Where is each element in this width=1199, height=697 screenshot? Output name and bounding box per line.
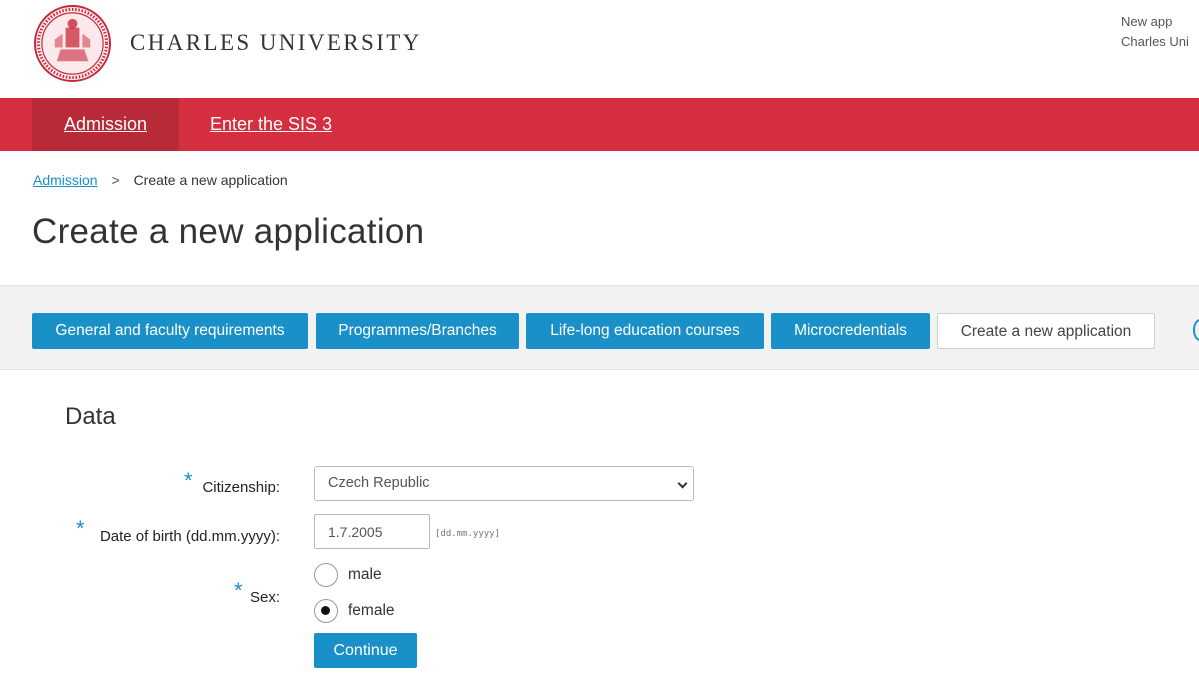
birth-date-format-hint: [dd.mm.yyyy] [435, 529, 501, 539]
breadcrumb-link-admission[interactable]: Admission [33, 172, 98, 188]
main-navigation: Admission Enter the SIS 3 [0, 98, 1199, 151]
nav-item-admission[interactable]: Admission [32, 98, 179, 151]
page-title: Create a new application [32, 212, 425, 251]
radio-male-label[interactable]: male [348, 566, 382, 584]
radio-female-label[interactable]: female [348, 602, 395, 620]
required-marker-sex: * [234, 578, 243, 603]
partially-visible-tab-icon[interactable] [1193, 319, 1199, 341]
radio-male[interactable] [314, 563, 338, 587]
required-marker-citizenship: * [184, 468, 193, 493]
university-seal-icon[interactable] [33, 4, 112, 83]
tab-bar: General and faculty requirements Program… [0, 285, 1199, 370]
tab-lifelong-courses[interactable]: Life-long education courses [526, 313, 764, 349]
birth-date-input[interactable] [314, 514, 430, 549]
chevron-down-icon [677, 478, 688, 489]
radio-female[interactable] [314, 599, 338, 623]
nav-item-enter-sis[interactable]: Enter the SIS 3 [210, 98, 332, 151]
citizenship-label: Citizenship: [202, 479, 280, 496]
citizenship-selected-value: Czech Republic [328, 475, 430, 491]
header-info-line-2: Charles Uni [1121, 34, 1189, 49]
sex-label: Sex: [249, 589, 280, 606]
university-name: CHARLES UNIVERSITY [130, 30, 422, 55]
breadcrumb-current: Create a new application [133, 172, 288, 188]
breadcrumb: Admission > Create a new application [33, 172, 288, 188]
header-info-line-1: New app [1121, 14, 1173, 29]
required-marker-birth-date: * [76, 516, 85, 541]
tab-create-application[interactable]: Create a new application [937, 313, 1155, 349]
site-header: CHARLES UNIVERSITY New app Charles Uni [0, 0, 1199, 98]
section-title-data: Data [65, 403, 116, 430]
breadcrumb-separator: > [111, 172, 120, 188]
header-info: New app Charles Uni [1119, 12, 1199, 52]
tab-microcredentials[interactable]: Microcredentials [771, 313, 930, 349]
tab-programmes-branches[interactable]: Programmes/Branches [316, 313, 519, 349]
tab-general-requirements[interactable]: General and faculty requirements [32, 313, 308, 349]
citizenship-select[interactable]: Czech Republic [314, 466, 694, 501]
birth-date-label: Date of birth (dd.mm.yyyy): [99, 528, 280, 545]
continue-button[interactable]: Continue [314, 633, 417, 668]
